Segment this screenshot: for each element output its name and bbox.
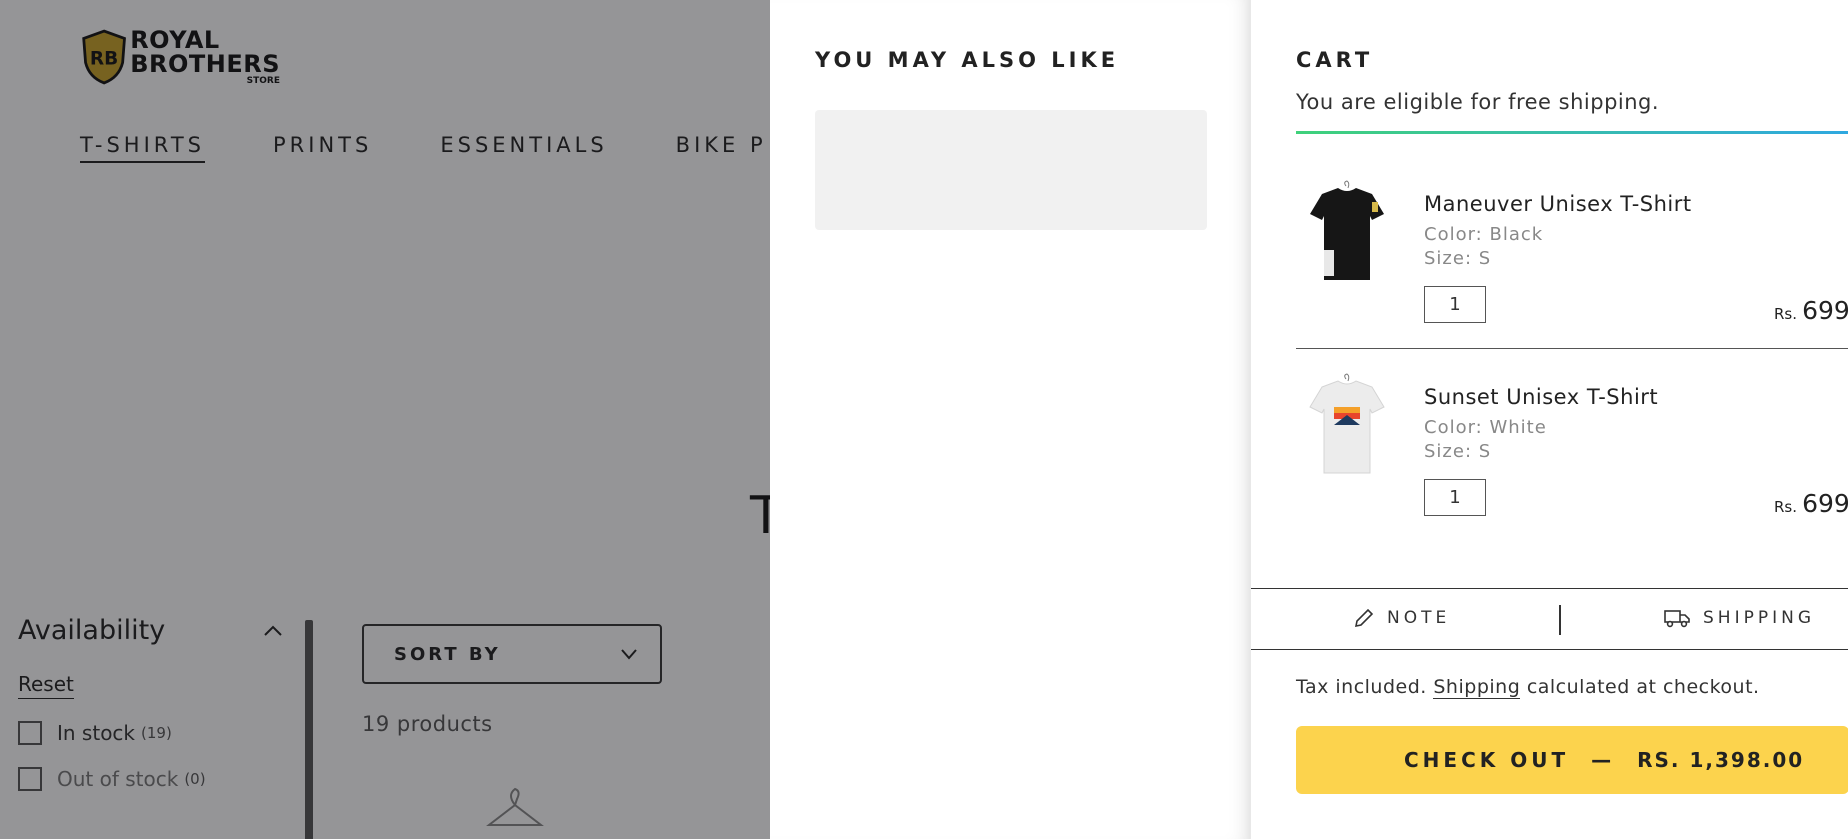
truck-icon [1664, 610, 1690, 628]
cart-item-divider [1296, 348, 1848, 349]
note-button[interactable]: NOTE [1353, 607, 1450, 629]
price-currency: Rs. [1774, 498, 1798, 516]
suggestions-panel: YOU MAY ALSO LIKE [770, 0, 1250, 839]
free-shipping-message: You are eligible for free shipping. [1296, 90, 1660, 114]
note-label: NOTE [1387, 608, 1451, 628]
actions-separator [1559, 605, 1561, 635]
free-shipping-progress-bar [1296, 131, 1848, 134]
checkout-total: RS. 1,398.00 [1637, 748, 1805, 772]
suggestions-placeholder [815, 110, 1207, 230]
quantity-input[interactable]: 1 [1424, 479, 1486, 516]
tax-suffix: calculated at checkout. [1526, 676, 1760, 698]
shipping-policy-link[interactable]: Shipping [1433, 676, 1521, 699]
price-amount: 699 [1802, 489, 1848, 518]
suggestions-title: YOU MAY ALSO LIKE [815, 48, 1120, 72]
cart-item-size: Size: S [1424, 441, 1492, 462]
checkout-button[interactable]: CHECK OUT — RS. 1,398.00 [1296, 726, 1848, 794]
cart-item-name[interactable]: Sunset Unisex T-Shirt [1424, 385, 1658, 409]
cart-drawer: CART You are eligible for free shipping.… [1250, 0, 1848, 839]
shipping-label: SHIPPING [1703, 608, 1815, 628]
tax-shipping-note: Tax included. Shipping calculated at che… [1296, 676, 1760, 699]
cart-item-size: Size: S [1424, 248, 1492, 269]
cart-title: CART [1296, 48, 1374, 72]
cart-item-price: Rs. 699 [1774, 489, 1848, 518]
product-thumbnail[interactable] [1306, 180, 1388, 290]
price-amount: 699 [1802, 296, 1848, 325]
pencil-icon [1354, 608, 1374, 628]
price-currency: Rs. [1774, 305, 1798, 323]
checkout-label: CHECK OUT [1404, 748, 1570, 772]
product-thumbnail[interactable] [1306, 373, 1388, 483]
quantity-input[interactable]: 1 [1424, 286, 1486, 323]
checkout-dash: — [1591, 748, 1616, 772]
page-dim-overlay[interactable] [0, 0, 770, 839]
cart-item-name[interactable]: Maneuver Unisex T-Shirt [1424, 192, 1692, 216]
cart-item-color: Color: Black [1424, 224, 1544, 245]
tax-prefix: Tax included. [1296, 676, 1427, 698]
cart-item-price: Rs. 699 [1774, 296, 1848, 325]
cart-item-color: Color: White [1424, 417, 1547, 438]
shipping-estimate-button[interactable]: SHIPPING [1663, 607, 1815, 629]
cart-actions-bar: NOTE SHIPPING [1251, 588, 1848, 650]
